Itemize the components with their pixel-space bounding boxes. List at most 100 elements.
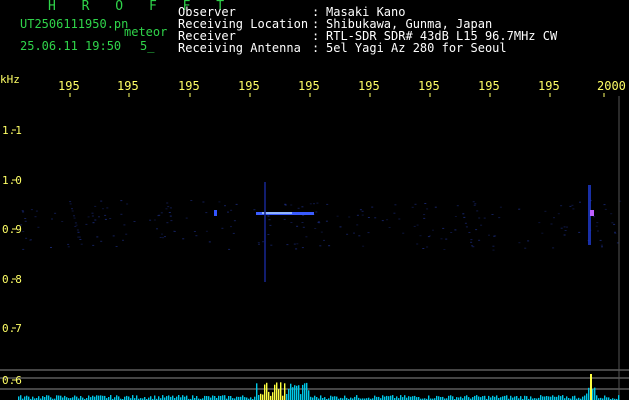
spectrum-bar [524, 395, 526, 400]
spectrum-bar [618, 395, 620, 400]
spectrum-bar [64, 395, 66, 400]
spectrum-bar [276, 382, 278, 400]
noise-speck [491, 214, 494, 215]
spectrum-bar [96, 395, 98, 400]
spectrum-bar [74, 395, 76, 400]
noise-speck [569, 205, 572, 207]
detection-count: 5_ [140, 39, 155, 53]
noise-speck [336, 215, 339, 217]
noise-speck [165, 208, 168, 210]
noise-speck [77, 231, 80, 233]
spectrum-bar [562, 395, 564, 400]
x-tick-7: 195 [418, 79, 440, 93]
spectrum-bar [24, 396, 26, 400]
spectrum-bar [214, 396, 216, 400]
noise-speck [50, 247, 52, 248]
noise-speck [170, 220, 173, 222]
noise-speck [367, 232, 370, 234]
noise-speck [164, 236, 166, 238]
capture-datetime: 25.06.11 19:50 [20, 39, 122, 53]
noise-speck [91, 215, 94, 217]
spectrum-bar [26, 395, 28, 400]
noise-speck [362, 245, 365, 247]
noise-speck [74, 222, 77, 224]
noise-speck [319, 245, 322, 247]
noise-speck [316, 202, 319, 204]
spectrum-bar [88, 395, 90, 400]
spectrum-bar [272, 392, 274, 400]
noise-speck [432, 229, 434, 231]
noise-speck [290, 204, 293, 206]
noise-speck [419, 235, 422, 237]
noise-speck [169, 207, 172, 209]
noise-speck [85, 223, 88, 225]
spectrum-bar [290, 383, 292, 400]
info-sep-antenna: : [312, 41, 320, 55]
noise-speck [318, 222, 321, 224]
spectrum-bar [396, 396, 398, 400]
noise-speck [427, 236, 430, 238]
y-tick-0-7: 0.7 [2, 322, 22, 335]
noise-speck [71, 210, 74, 212]
spectrum-bar [530, 396, 532, 400]
noise-speck [296, 225, 299, 227]
noise-speck [426, 208, 429, 210]
noise-speck [314, 228, 317, 229]
noise-speck [195, 235, 198, 237]
noise-speck [527, 240, 530, 242]
noise-speck [174, 231, 176, 232]
noise-speck [71, 208, 73, 210]
spectrum-bar [390, 395, 392, 400]
noise-speck [571, 204, 574, 206]
spectrum-bar [542, 396, 544, 400]
spectrum-bar [92, 395, 94, 400]
noise-speck [443, 249, 446, 250]
noise-speck [402, 232, 405, 234]
spectrum-bar [256, 383, 258, 400]
noise-speck [388, 227, 391, 228]
carrier-core [262, 212, 292, 214]
spectrum-bar [20, 395, 22, 400]
x-tick-6: 195 [358, 79, 380, 93]
noise-speck [566, 226, 568, 228]
spectrum-bar [572, 396, 574, 400]
vertical-trace [264, 182, 266, 282]
noise-speck [96, 236, 99, 238]
spectrum-bar [158, 396, 160, 400]
noise-speck [471, 245, 474, 247]
spectrum-bar [286, 394, 288, 400]
spectrum-bar [332, 396, 334, 400]
spectrum-bar [128, 396, 130, 400]
noise-speck [123, 224, 126, 226]
spectrum-bar [104, 395, 106, 400]
noise-speck [488, 234, 490, 236]
noise-speck [394, 204, 397, 206]
spectrum-bar [118, 396, 120, 400]
noise-speck [193, 231, 196, 232]
noise-speck [361, 210, 364, 212]
spectrum-bar [596, 395, 598, 400]
noise-speck [267, 234, 270, 235]
noise-speck [91, 212, 94, 214]
spectrum-bar [60, 395, 62, 400]
noise-speck [499, 206, 502, 208]
noise-speck [125, 233, 128, 235]
spectrum-bar [516, 396, 518, 400]
noise-speck [442, 227, 445, 229]
spectrum-bar [18, 396, 20, 400]
spectrum-bar [414, 395, 416, 400]
noise-speck [483, 217, 486, 219]
noise-speck [302, 226, 305, 228]
spectrum-bar [448, 395, 450, 400]
spectrum-bar [260, 393, 262, 400]
noise-speck [228, 248, 231, 250]
spectrum-bar [304, 383, 306, 400]
spectrum-bar [58, 395, 60, 400]
noise-speck [296, 243, 299, 245]
spectrum-bar [436, 395, 438, 400]
spectrum-bar [258, 395, 260, 400]
noise-speck [224, 205, 226, 207]
noise-speck [22, 211, 25, 213]
noise-speck [166, 202, 169, 204]
spectrum-bar [282, 395, 284, 400]
